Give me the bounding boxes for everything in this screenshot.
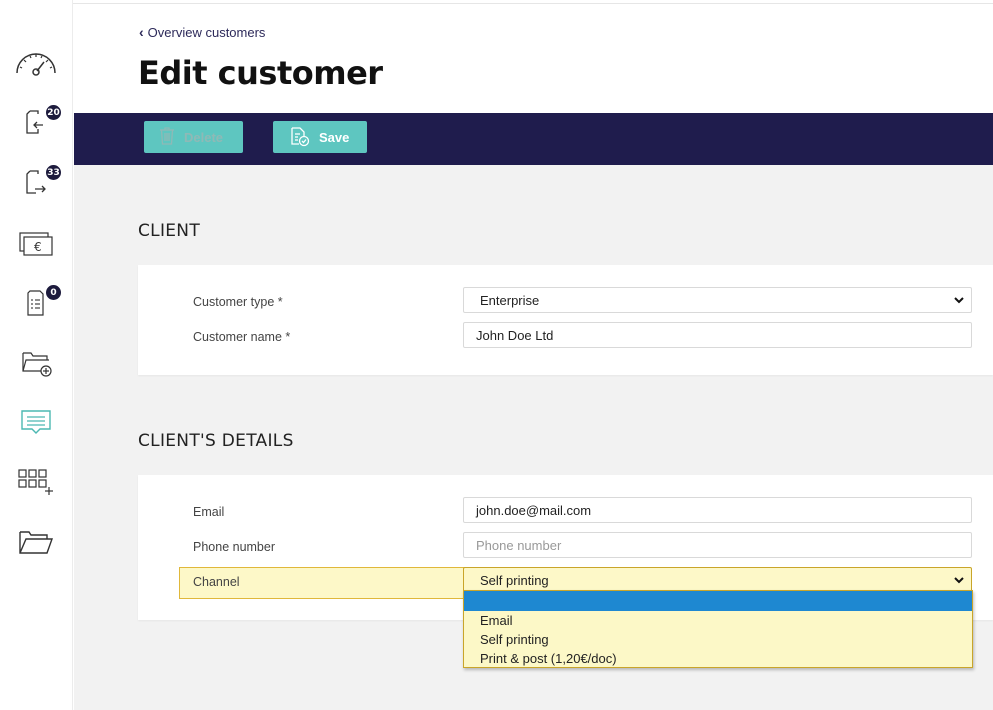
incoming-badge: 20	[46, 105, 61, 120]
checklist-badge: 0	[46, 285, 61, 300]
svg-text:€: €	[34, 240, 42, 254]
sidebar-item-payments[interactable]: €	[14, 222, 58, 262]
channel-option-print-post[interactable]: Print & post (1,20€/doc)	[464, 649, 972, 668]
delete-button-label: Delete	[184, 129, 224, 145]
sidebar: 20 33 € 0	[0, 0, 73, 710]
save-document-icon	[287, 125, 311, 150]
customer-type-label: Customer type *	[193, 295, 283, 309]
channel-option-email[interactable]: Email	[464, 611, 972, 630]
apps-grid-icon	[16, 465, 56, 497]
phone-input[interactable]: Phone number	[463, 532, 972, 558]
customer-name-label: Customer name *	[193, 330, 291, 344]
sidebar-item-incoming[interactable]: 20	[14, 101, 61, 141]
channel-dropdown-list: Email Self printing Print & post (1,20€/…	[463, 590, 973, 668]
details-section-title: CLIENT'S DETAILS	[138, 431, 294, 451]
email-label: Email	[193, 505, 225, 519]
action-toolbar: Delete Save	[74, 113, 993, 165]
trash-icon	[158, 126, 176, 149]
dashboard-icon	[14, 47, 58, 77]
open-folder-icon	[16, 526, 56, 558]
customer-type-select[interactable]: Enterprise	[463, 287, 972, 313]
payments-icon: €	[17, 227, 55, 257]
channel-label: Channel	[193, 575, 240, 589]
sidebar-item-outgoing[interactable]: 33	[14, 161, 61, 201]
sidebar-item-apps[interactable]	[14, 461, 58, 501]
customer-name-input[interactable]: John Doe Ltd	[463, 322, 972, 348]
save-button-label: Save	[319, 129, 350, 145]
sidebar-item-folders[interactable]	[14, 522, 58, 562]
chevron-down-icon	[953, 293, 965, 310]
email-input[interactable]: john.doe@mail.com	[463, 497, 972, 523]
client-card: Customer type * Enterprise Customer name…	[138, 265, 993, 375]
messages-icon	[18, 405, 54, 437]
save-button[interactable]: Save	[273, 121, 367, 153]
sidebar-item-messages[interactable]	[14, 401, 58, 441]
outgoing-badge: 33	[46, 165, 61, 180]
channel-value: Self printing	[480, 572, 549, 588]
main-area: ‹ Overview customers Edit customer Delet…	[74, 0, 993, 710]
back-link-label: Overview customers	[147, 24, 266, 40]
page-title: Edit customer	[138, 54, 383, 92]
back-link[interactable]: ‹ Overview customers	[139, 24, 265, 40]
client-section-title: CLIENT	[138, 221, 200, 241]
sidebar-item-checklist[interactable]: 0	[14, 282, 61, 322]
phone-label: Phone number	[193, 540, 276, 554]
sidebar-item-add-folder[interactable]	[14, 342, 58, 382]
chevron-down-icon	[953, 573, 965, 590]
customer-type-value: Enterprise	[480, 292, 540, 308]
sidebar-item-dashboard[interactable]	[14, 42, 58, 82]
channel-option-self-printing[interactable]: Self printing	[464, 630, 972, 649]
delete-button[interactable]: Delete	[144, 121, 243, 153]
add-folder-icon	[18, 346, 54, 378]
chevron-left-icon: ‹	[139, 24, 144, 40]
channel-option-empty[interactable]	[464, 591, 972, 611]
